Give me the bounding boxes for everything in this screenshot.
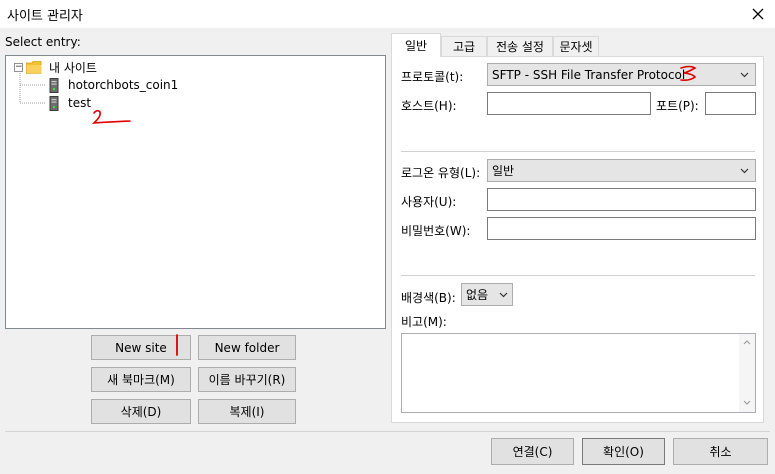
user-input[interactable] xyxy=(487,188,756,211)
chevron-down-icon xyxy=(499,292,508,298)
background-color-select[interactable]: 없음 xyxy=(461,283,513,306)
connect-button[interactable]: 연결(C) xyxy=(491,438,574,465)
background-color-value: 없음 xyxy=(466,288,489,302)
server-icon xyxy=(49,77,59,93)
protocol-select[interactable]: SFTP - SSH File Transfer Protocol xyxy=(487,63,756,86)
rename-button[interactable]: 이름 바꾸기(R) xyxy=(198,367,296,392)
site-tree[interactable]: − 내 사이트 hotorchbots_coin1 test xyxy=(5,55,386,329)
server-icon xyxy=(49,95,59,111)
comments-textarea[interactable] xyxy=(401,333,756,413)
duplicate-button[interactable]: 복제(I) xyxy=(198,399,296,424)
tree-item-label: test xyxy=(68,96,92,110)
scroll-down-icon[interactable] xyxy=(743,400,751,406)
folder-icon xyxy=(26,60,42,74)
close-button[interactable] xyxy=(745,2,771,26)
annotation-2 xyxy=(91,109,131,124)
separator xyxy=(401,275,755,276)
password-label: 비밀번호(W): xyxy=(401,224,471,238)
delete-button[interactable]: 삭제(D) xyxy=(91,399,191,424)
host-input[interactable] xyxy=(487,92,651,115)
tree-expander[interactable]: − xyxy=(14,62,23,72)
title-bar xyxy=(0,0,775,28)
user-label: 사용자(U): xyxy=(401,195,457,209)
tab-advanced[interactable]: 고급 xyxy=(441,36,487,56)
logon-type-label: 로그온 유형(L): xyxy=(401,166,481,180)
host-label: 호스트(H): xyxy=(401,99,457,113)
new-bookmark-button[interactable]: 새 북마크(M) xyxy=(91,367,191,392)
window-title: 사이트 관리자 xyxy=(7,9,83,24)
cancel-button[interactable]: 취소 xyxy=(673,438,768,465)
scroll-up-icon[interactable] xyxy=(743,339,751,345)
tree-item-label: hotorchbots_coin1 xyxy=(68,78,179,92)
chevron-down-icon xyxy=(740,72,749,78)
tree-item-my-sites[interactable]: − 내 사이트 xyxy=(14,58,97,76)
footer-separator xyxy=(5,431,770,432)
port-input[interactable] xyxy=(705,92,756,115)
tree-item-test[interactable]: test xyxy=(49,94,91,112)
tab-general[interactable]: 일반 xyxy=(391,33,441,57)
ok-button[interactable]: 확인(O) xyxy=(582,438,665,465)
logon-type-value: 일반 xyxy=(492,164,515,178)
background-color-label: 배경색(B): xyxy=(401,291,456,305)
comments-label: 비고(M): xyxy=(401,315,447,329)
protocol-label: 프로토콜(t): xyxy=(401,70,464,84)
annotation-3 xyxy=(680,65,697,81)
port-label: 포트(P): xyxy=(656,99,699,113)
protocol-value: SFTP - SSH File Transfer Protocol xyxy=(492,67,686,82)
select-entry-label: Select entry: xyxy=(5,35,81,49)
close-icon xyxy=(752,8,764,20)
comments-scrollbar[interactable] xyxy=(739,334,755,412)
tab-transfer-settings[interactable]: 전송 설정 xyxy=(487,36,553,56)
annotation-1 xyxy=(176,334,178,356)
separator xyxy=(401,151,755,152)
password-input[interactable] xyxy=(487,217,756,240)
tree-item-label: 내 사이트 xyxy=(49,60,97,75)
tab-charset[interactable]: 문자셋 xyxy=(553,36,599,56)
tree-item-hotorchbots[interactable]: hotorchbots_coin1 xyxy=(49,76,178,94)
new-folder-button[interactable]: New folder xyxy=(198,335,296,360)
chevron-down-icon xyxy=(740,168,749,174)
logon-type-select[interactable]: 일반 xyxy=(487,159,756,182)
